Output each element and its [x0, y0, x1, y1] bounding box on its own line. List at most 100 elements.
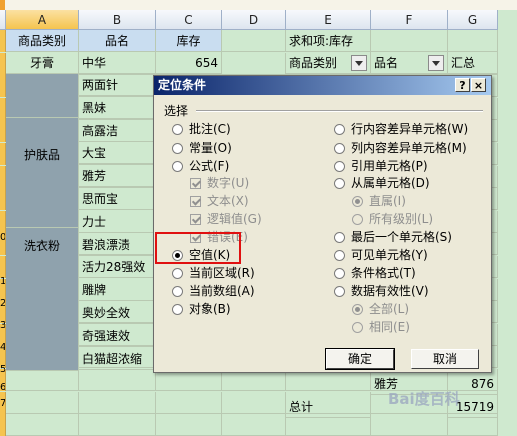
grid-cell[interactable]: [222, 30, 286, 52]
close-button[interactable]: ×: [471, 78, 486, 92]
option-直属[interactable]: 直属(I): [352, 192, 406, 210]
pivot-total-header[interactable]: 汇总: [448, 52, 498, 74]
header-category[interactable]: 商品类别: [6, 30, 79, 52]
grid-cell[interactable]: [222, 414, 286, 436]
radio-icon[interactable]: [352, 196, 363, 207]
product-name-cell[interactable]: 活力28强效: [79, 256, 156, 279]
radio-icon[interactable]: [352, 214, 363, 225]
product-name-cell[interactable]: 力士: [79, 210, 156, 233]
radio-icon[interactable]: [334, 250, 345, 261]
grid-cell[interactable]: [448, 30, 498, 52]
row-number[interactable]: 4: [0, 342, 5, 353]
grid-cell[interactable]: [79, 369, 156, 391]
grid-cell[interactable]: [6, 369, 79, 391]
option-文本[interactable]: 文本(X): [190, 192, 249, 210]
merged-cell-skincare[interactable]: 护肤品: [6, 118, 79, 228]
option-当前区域[interactable]: 当前区域(R): [172, 264, 255, 282]
product-name-cell[interactable]: 雕牌: [79, 279, 156, 302]
row-number[interactable]: 2: [0, 298, 5, 309]
option-批注[interactable]: 批注(C): [172, 120, 231, 138]
option-相同[interactable]: 相同(E): [352, 318, 410, 336]
product-name-cell[interactable]: 奥妙全效: [79, 302, 156, 324]
option-列内容差异单元格[interactable]: 列内容差异单元格(M): [334, 139, 467, 157]
product-name-cell[interactable]: 奇强速效: [79, 324, 156, 347]
col-header-f[interactable]: F: [371, 10, 448, 30]
product-name-cell[interactable]: 碧浪漂渍: [79, 233, 156, 256]
col-header-d[interactable]: D: [222, 10, 286, 30]
col-header-g[interactable]: G: [448, 10, 498, 30]
radio-icon[interactable]: [172, 161, 183, 172]
radio-icon[interactable]: [334, 286, 345, 297]
option-引用单元格[interactable]: 引用单元格(P): [334, 157, 428, 175]
product-name-cell[interactable]: 黑妹: [79, 96, 156, 119]
product-name-cell[interactable]: 两面针: [79, 74, 156, 96]
row-number[interactable]: 0: [0, 232, 5, 243]
pivot-title[interactable]: 求和项:库存: [286, 30, 448, 52]
checkbox-icon[interactable]: [190, 178, 201, 189]
option-对象[interactable]: 对象(B): [172, 300, 231, 318]
grid-cell[interactable]: [156, 391, 222, 414]
header-name[interactable]: 品名: [79, 30, 156, 52]
radio-icon[interactable]: [334, 161, 345, 172]
pivot-field-category[interactable]: 商品类别: [286, 52, 371, 74]
option-所有级别[interactable]: 所有级别(L): [352, 210, 433, 228]
option-行内容差异单元格[interactable]: 行内容差异单元格(W): [334, 120, 468, 138]
radio-icon[interactable]: [334, 178, 345, 189]
row-number[interactable]: 5: [0, 364, 5, 375]
option-公式[interactable]: 公式(F): [172, 157, 229, 175]
grid-cell[interactable]: [222, 52, 286, 75]
radio-icon[interactable]: [334, 143, 345, 154]
grid-cell[interactable]: [79, 414, 156, 436]
cell-a-toothpaste[interactable]: 牙膏: [6, 52, 79, 74]
option-数字[interactable]: 数字(U): [190, 174, 249, 192]
radio-icon[interactable]: [172, 143, 183, 154]
col-header-c[interactable]: C: [156, 10, 222, 30]
radio-icon[interactable]: [352, 304, 363, 315]
radio-icon[interactable]: [334, 124, 345, 135]
grid-cell[interactable]: [79, 391, 156, 414]
grid-cell[interactable]: [6, 391, 79, 414]
option-数据有效性[interactable]: 数据有效性(V): [334, 282, 429, 300]
cancel-button[interactable]: 取消: [411, 349, 479, 369]
grid-cell[interactable]: [222, 391, 286, 414]
radio-icon[interactable]: [172, 268, 183, 279]
row-number[interactable]: 6: [0, 382, 5, 393]
product-name-cell[interactable]: 思而宝: [79, 188, 156, 210]
col-header-a[interactable]: A: [6, 10, 79, 30]
grid-cell[interactable]: [6, 414, 79, 436]
radio-icon[interactable]: [334, 268, 345, 279]
option-当前数组[interactable]: 当前数组(A): [172, 282, 255, 300]
grid-cell[interactable]: [371, 414, 448, 436]
merged-cell-1[interactable]: [6, 74, 79, 118]
option-从属单元格[interactable]: 从属单元格(D): [334, 174, 430, 192]
col-header-b[interactable]: B: [79, 10, 156, 30]
merged-cell-detergent[interactable]: 洗衣粉: [6, 228, 79, 371]
option-逻辑值[interactable]: 逻辑值(G): [190, 210, 262, 228]
dialog-title[interactable]: 定位条件: [154, 76, 491, 95]
dropdown-arrow-icon[interactable]: [428, 55, 444, 71]
radio-icon[interactable]: [334, 232, 345, 243]
checkbox-icon[interactable]: [190, 214, 201, 225]
radio-icon[interactable]: [172, 304, 183, 315]
row-number[interactable]: 7: [0, 398, 5, 409]
ok-button[interactable]: 确定: [325, 348, 395, 370]
radio-icon[interactable]: [172, 124, 183, 135]
product-name-cell[interactable]: 高露洁: [79, 119, 156, 142]
radio-icon[interactable]: [172, 286, 183, 297]
row-number[interactable]: 1: [0, 276, 5, 287]
product-name-cell[interactable]: 雅芳: [79, 165, 156, 188]
header-stock[interactable]: 库存: [156, 30, 222, 52]
cell-c-654[interactable]: 654: [156, 52, 222, 74]
pivot-field-name[interactable]: 品名: [371, 52, 448, 74]
option-条件格式[interactable]: 条件格式(T): [334, 264, 416, 282]
row-number[interactable]: 3: [0, 320, 5, 331]
goto-special-dialog[interactable]: 定位条件 ? × 选择 批注(C) 常量(O) 公式(F) 数字(U) 文本(X) 逻辑值…: [153, 75, 492, 373]
grid-cell[interactable]: [156, 414, 222, 436]
help-button[interactable]: ?: [455, 78, 470, 92]
dropdown-arrow-icon[interactable]: [351, 55, 367, 71]
product-name-cell[interactable]: 大宝: [79, 142, 156, 165]
option-全部[interactable]: 全部(L): [352, 300, 409, 318]
radio-icon[interactable]: [352, 322, 363, 333]
product-name-cell[interactable]: 白猫超浓缩: [79, 347, 156, 370]
option-常量[interactable]: 常量(O): [172, 139, 232, 157]
